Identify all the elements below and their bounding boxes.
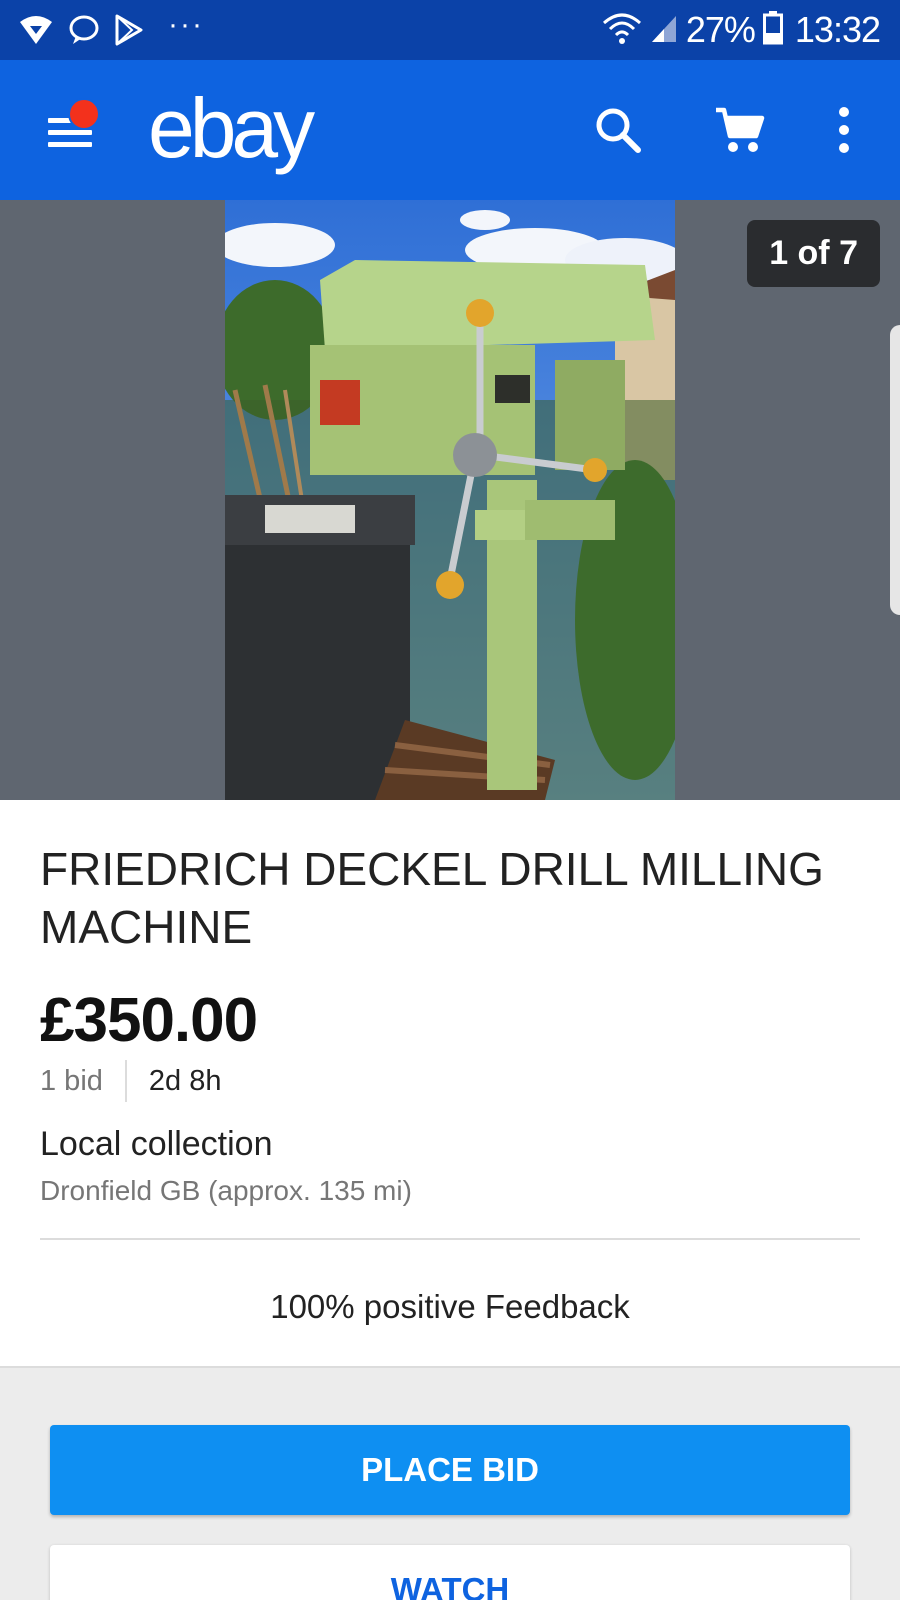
chat-bubble-icon <box>68 14 100 46</box>
side-scroll-handle[interactable] <box>890 325 900 615</box>
overflow-menu-icon[interactable] <box>812 98 876 162</box>
status-bar: ··· 27% 13:32 <box>0 0 900 60</box>
notification-dot <box>68 98 100 130</box>
more-dots-icon: ··· <box>168 8 204 41</box>
status-bar-right: 27% 13:32 <box>602 9 881 50</box>
section-divider <box>40 1238 860 1240</box>
wifi-signal-icon <box>602 11 642 50</box>
battery-icon <box>762 10 783 50</box>
listing-info-card: FRIEDRICH DECKEL DRILL MILLING MACHINE £… <box>0 800 900 1368</box>
ebay-logo[interactable]: ebay <box>148 80 315 177</box>
app-bar: ebay <box>0 60 900 200</box>
seller-feedback[interactable]: 100% positive Feedback <box>0 1288 900 1326</box>
time-left: 2d 8h <box>148 1064 222 1097</box>
meta-separator <box>124 1060 127 1102</box>
cell-signal-icon <box>650 12 678 49</box>
play-store-icon <box>114 14 144 46</box>
clock: 13:32 <box>794 9 881 50</box>
battery-percent: 27% <box>685 9 756 50</box>
image-counter: 1 of 7 <box>747 220 880 287</box>
image-gallery[interactable]: 1 of 7 <box>0 200 900 800</box>
cart-icon[interactable] <box>708 98 772 162</box>
listing-title: FRIEDRICH DECKEL DRILL MILLING MACHINE <box>40 843 824 953</box>
watch-button[interactable]: WATCH <box>50 1545 850 1600</box>
delivery-method: Local collection <box>40 1125 273 1163</box>
status-bar-left: ··· <box>18 8 204 48</box>
wifi-shield-icon <box>18 14 54 46</box>
place-bid-button[interactable]: PLACE BID <box>50 1425 850 1515</box>
item-location: Dronfield GB (approx. 135 mi) <box>40 1175 412 1206</box>
bid-meta: 1 bid 2d 8h <box>40 1060 221 1102</box>
listing-price: £350.00 <box>40 986 258 1055</box>
bid-count[interactable]: 1 bid <box>40 1065 103 1098</box>
search-icon[interactable] <box>586 98 650 162</box>
green-drill-press-photo[interactable] <box>225 200 675 800</box>
